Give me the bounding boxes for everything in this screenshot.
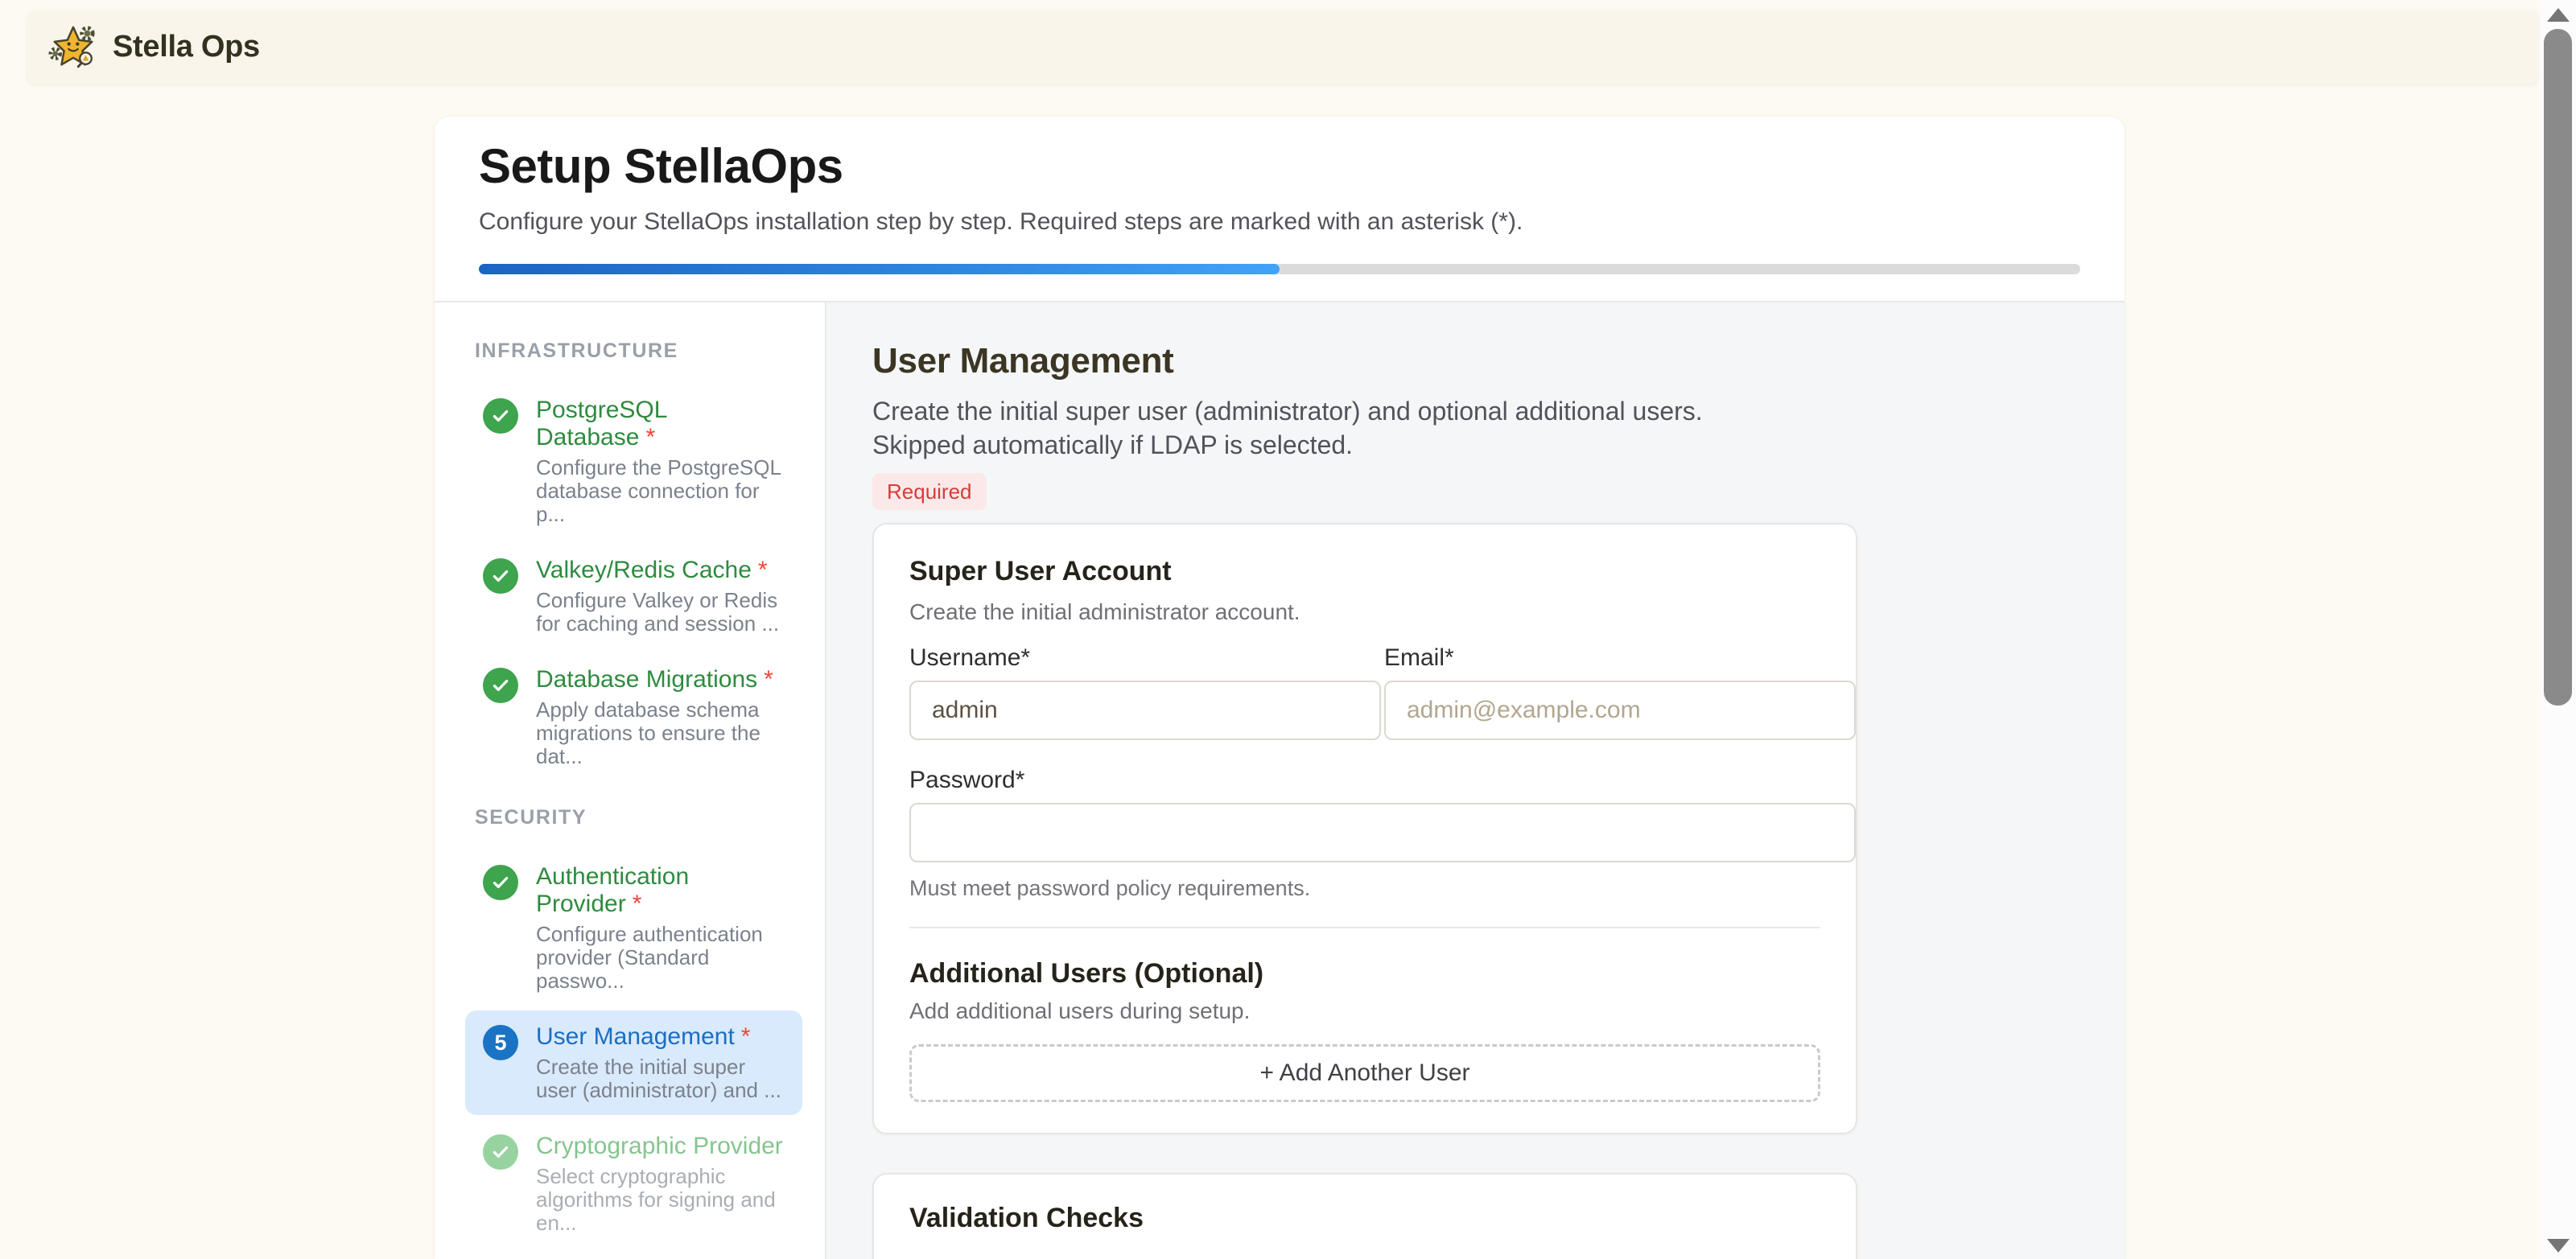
step-content-panel: User Management Create the initial super… [826,302,2125,1259]
step-description: Apply database schema migrations to ensu… [536,698,785,768]
app-header: Stella Ops [27,10,2539,84]
additional-users-title: Additional Users (Optional) [909,957,1820,990]
scroll-up-arrow-icon[interactable] [2547,8,2570,22]
validation-checks-card: Validation Checks exists Check passed [872,1173,1857,1259]
email-input[interactable] [1384,681,1856,740]
scrollbar-thumb[interactable] [2544,29,2572,706]
step-description: Create the initial super user (administr… [536,1055,785,1102]
progress-fill [479,264,1280,274]
required-asterisk: * [764,666,773,693]
sidebar-item-authentication-provider[interactable]: Authentication Provider* Configure authe… [465,850,802,1006]
check-circle-icon [483,668,518,703]
password-input[interactable] [909,803,1856,862]
password-hint: Must meet password policy requirements. [909,875,1820,901]
card-subtitle: Create the initial administrator account… [909,599,1820,626]
super-user-account-card: Super User Account Create the initial ad… [872,523,1857,1134]
step-title: Authentication Provider [536,863,689,917]
check-circle-icon [483,1134,518,1170]
additional-users-subtitle: Add additional users during setup. [909,998,1820,1025]
step-title: Valkey/Redis Cache [536,557,752,583]
brand-name: Stella Ops [113,30,260,64]
check-circle-icon [483,865,518,900]
step-description: Configure the PostgreSQL database connec… [536,456,785,526]
required-asterisk: * [741,1023,751,1050]
step-description: Configure authentication provider (Stand… [536,923,785,993]
required-asterisk: * [633,891,642,917]
sidebar-item-postgresql-database[interactable]: PostgreSQL Database* Configure the Postg… [465,384,802,539]
add-another-user-button[interactable]: + Add Another User [909,1044,1820,1102]
check-circle-icon [483,398,518,434]
validation-checks-title: Validation Checks [909,1202,1820,1234]
steps-sidebar: INFRASTRUCTURE PostgreSQL Database* Conf… [435,302,826,1259]
step-number-badge: 5 [483,1025,518,1060]
check-circle-icon [483,558,518,594]
divider [909,927,1820,928]
required-badge: Required [872,473,987,510]
vertical-scrollbar[interactable] [2540,0,2576,1259]
card-title: Super User Account [909,555,1820,587]
wizard-title-section: Setup StellaOps Configure your StellaOps… [435,117,2125,301]
step-description: Configure Valkey or Redis for caching an… [536,589,785,636]
sidebar-item-database-migrations[interactable]: Database Migrations * Apply database sche… [465,653,802,781]
setup-wizard-card: Setup StellaOps Configure your StellaOps… [435,117,2125,1259]
section-label-infrastructure: INFRASTRUCTURE [475,339,802,363]
required-asterisk: * [645,424,655,451]
section-label-security: SECURITY [475,805,802,829]
sidebar-item-user-management[interactable]: 5 User Management* Create the initial su… [465,1010,802,1115]
sidebar-item-valkey-redis-cache[interactable]: Valkey/Redis Cache* Configure Valkey or … [465,544,802,648]
page-title: Setup StellaOps [479,141,2080,191]
password-label: Password* [909,766,1856,795]
step-title: Database Migrations [536,666,757,693]
step-heading: User Management [872,341,2125,381]
required-asterisk: * [758,557,768,583]
sidebar-item-secrets-vault[interactable]: Secrets Vault Configure a secrets vault … [465,1253,802,1259]
username-label: Username* [909,644,1381,673]
step-title: Cryptographic Provider [536,1133,785,1160]
stella-ops-logo-icon [48,23,98,72]
username-input[interactable] [909,681,1381,740]
scroll-down-arrow-icon[interactable] [2547,1239,2570,1253]
setup-progress-bar [479,264,2080,274]
sidebar-item-cryptographic-provider[interactable]: Cryptographic Provider Select cryptograp… [465,1120,802,1248]
step-description-text: Create the initial super user (administr… [872,394,1774,462]
step-description: Select cryptographic algorithms for sign… [536,1165,785,1235]
page-subtitle: Configure your StellaOps installation st… [479,208,2080,237]
email-label: Email* [1384,644,1856,673]
step-title: User Management [536,1023,735,1050]
